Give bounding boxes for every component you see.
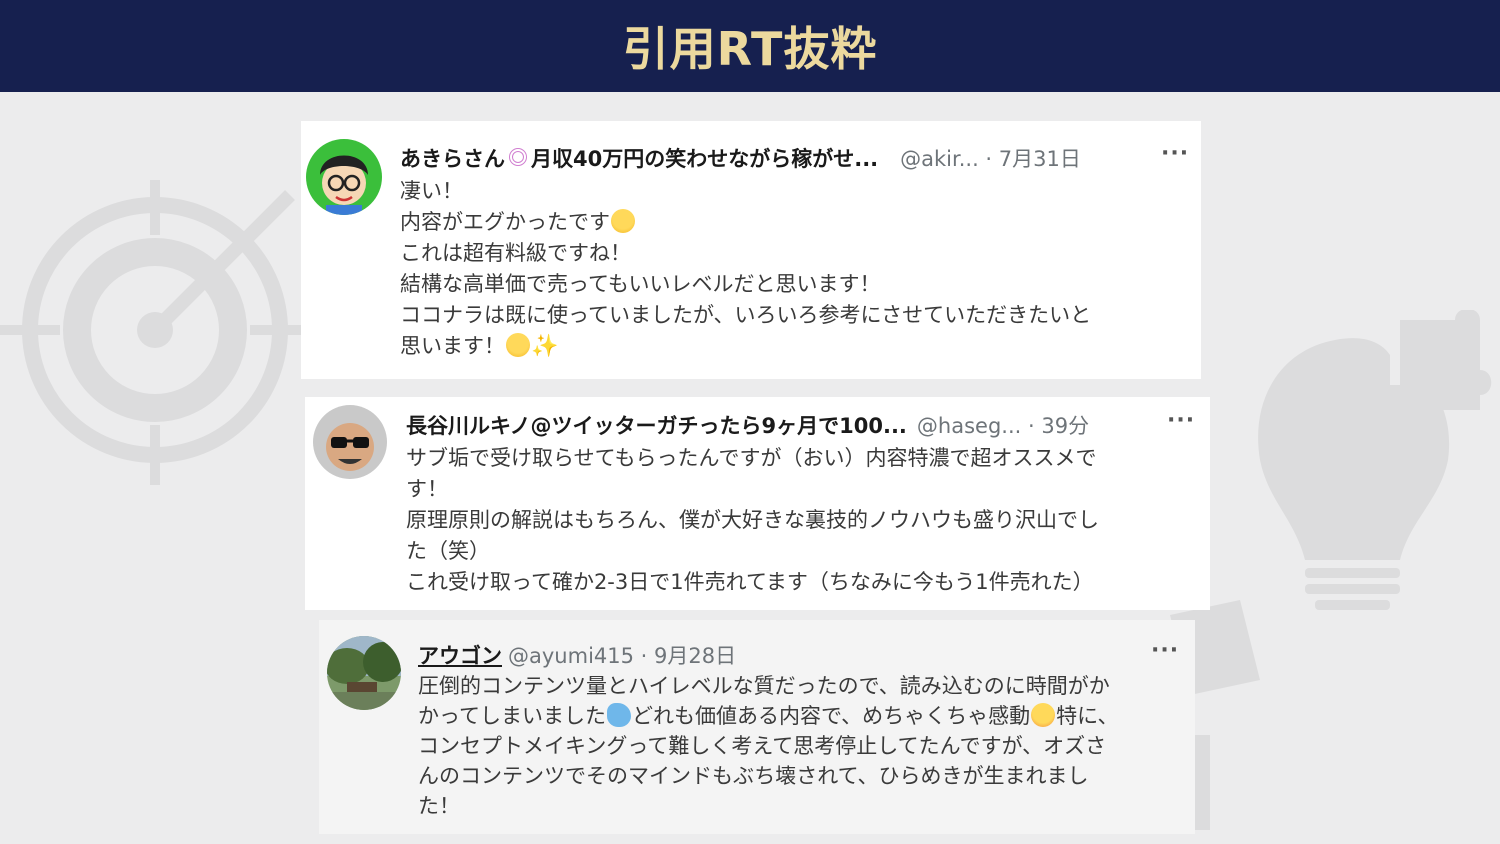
text-line: 凄い！ [400,179,463,203]
text-line: 原理原則の解説はもちろん、僕が大好きな裏技的ノウハウも盛り沢山でし [406,508,1099,532]
text-line: どれも価値ある内容で、めちゃくちゃ感動 [631,704,1031,728]
text-line: んのコンテンツでそのマインドもぶち壊されて、ひらめきが生まれまし [418,764,1089,788]
display-name[interactable]: あきらさん [400,143,505,173]
more-options-icon[interactable]: ··· [1167,408,1195,433]
tweet-card-2[interactable]: 長谷川ルキノ@ツイッターガチったら9ヶ月で100... @haseg... · … [305,397,1210,610]
avatar[interactable] [313,405,387,479]
text-line: た！ [418,794,460,818]
target-arrow-icon [0,180,310,485]
text-line: 思います！ [400,334,505,358]
blushing-emoji-icon [1031,703,1056,727]
more-options-icon[interactable]: ··· [1151,638,1179,663]
display-name-suffix[interactable]: 月収40万円の笑わせながら稼がせ... [531,143,878,173]
handle-and-date[interactable]: @haseg... · 39分 [917,410,1089,440]
text-line: 特に、 [1056,704,1119,728]
spiral-icon [509,148,527,166]
tweet-header: アウゴン @ayumi415 · 9月28日 [418,640,736,670]
text-line: これ受け取って確か2-3日で1件売れてます（ちなみに今もう1件売れた） [406,570,1094,594]
page-title: 引用RT抜粋 [622,22,878,76]
text-line: これは超有料級ですね！ [400,241,631,265]
tweet-text: 圧倒的コンテンツ量とハイレベルな質だったので、読み込むのに時間がか かってしまい… [418,671,1119,821]
grinning-emoji-icon [506,333,530,357]
handle-and-date[interactable]: @ayumi415 · 9月28日 [508,640,736,670]
tweet-text: サブ垢で受け取らせてもらったんですが（おい）内容特濃で超オススメで す！ 原理原… [406,443,1099,598]
tweet-card-1[interactable]: あきらさん 月収40万円の笑わせながら稼がせ... @akir... · 7月3… [301,121,1201,379]
tweet-header: 長谷川ルキノ@ツイッターガチったら9ヶ月で100... @haseg... · … [406,410,1089,440]
avatar[interactable] [306,139,382,215]
sparkles-icon: ✨ [531,334,559,359]
text-line: サブ垢で受け取らせてもらったんですが（おい）内容特濃で超オススメで [406,446,1097,470]
text-line: 圧倒的コンテンツ量とハイレベルな質だったので、読み込むのに時間がか [418,674,1110,698]
display-name[interactable]: アウゴン [418,640,502,670]
lightbulb-puzzle-icon [1258,310,1492,610]
header-bar: 引用RT抜粋 [0,0,1500,92]
display-name[interactable]: 長谷川ルキノ@ツイッターガチったら9ヶ月で100... [406,410,907,440]
more-options-icon[interactable]: ··· [1161,141,1189,166]
tweet-header: あきらさん 月収40万円の笑わせながら稼がせ... @akir... · 7月3… [400,143,1081,173]
sweat-droplets-emoji-icon [606,703,631,727]
text-line: ココナラは既に使っていましたが、いろいろ参考にさせていただきたいと [400,303,1092,327]
text-line: 結構な高単価で売ってもいいレベルだと思います！ [400,272,881,296]
text-line: コンセプトメイキングって難しく考えて思考停止してたんですが、オズさ [418,734,1107,758]
text-line: かってしまいました [418,704,606,728]
text-line: す！ [406,477,448,501]
tweet-card-3[interactable]: アウゴン @ayumi415 · 9月28日 ··· 圧倒的コンテンツ量とハイレ… [319,620,1195,834]
avatar[interactable] [327,636,401,710]
text-line: 内容がエグかったです [400,210,610,234]
text-line: た（笑） [406,539,490,563]
handle-and-date[interactable]: @akir... · 7月31日 [900,143,1081,173]
tweet-text: 凄い！ 内容がエグかったです これは超有料級ですね！ 結構な高単価で売ってもいい… [400,176,1091,362]
laughing-crying-emoji-icon [611,209,635,233]
